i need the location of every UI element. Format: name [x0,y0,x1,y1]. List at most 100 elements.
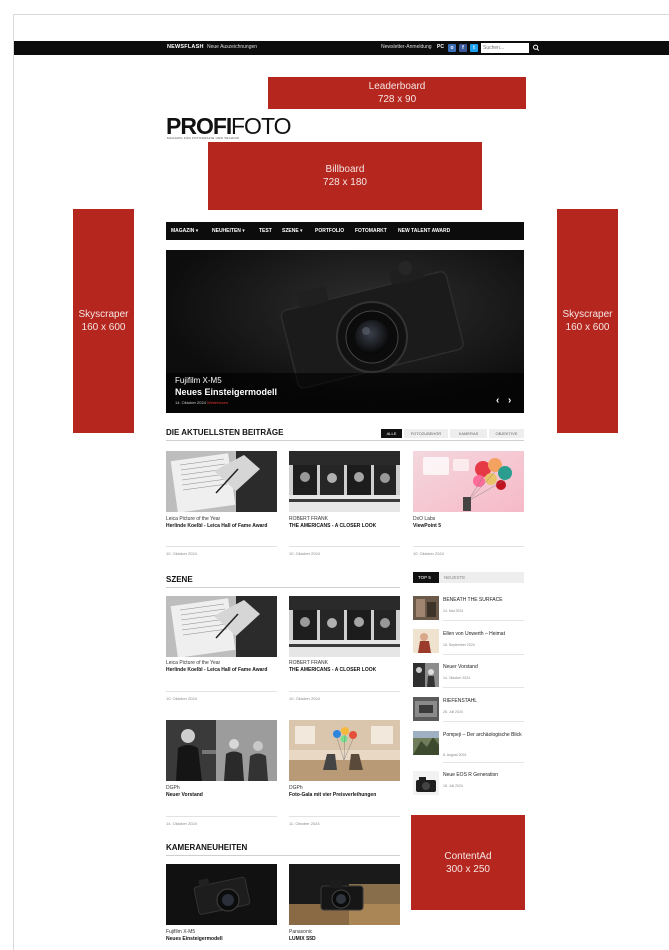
szene-card-3-title[interactable]: Neuer Vorstand [166,792,276,799]
ad-contentad-size: 300 x 250 [446,863,490,875]
szene-card-1-date: 10. Oktober 2024 [166,696,197,701]
kamera-title: KAMERANEUHEITEN [166,843,248,852]
nav-item-fotomarkt[interactable]: FOTOMARKT [355,228,387,234]
latest-card-2-title[interactable]: THE AMERICANS - A CLOSER LOOK [289,523,400,530]
ad-billboard[interactable]: Billboard 728 x 180 [208,142,482,210]
szene-card-3-date: 14. Oktober 2024 [166,821,197,826]
latest-card-3-image[interactable] [413,451,524,512]
sidebar-item-1-title[interactable]: BENEATH THE SURFACE [443,597,524,604]
sidebar-item-1-date: 24. Mai 2024 [443,609,464,613]
sidebar-item-2-divider [443,654,524,655]
ad-skyscraper-right-size: 160 x 600 [565,322,610,333]
filter-kameras[interactable]: KAMERAS [450,429,487,438]
kamera-card-2-image[interactable] [289,864,400,925]
ad-leaderboard-size: 728 x 90 [377,94,417,105]
kamera-card-1-image[interactable] [166,864,277,925]
sidebar-item-3-divider [443,687,524,688]
szene-card-4-divider [289,816,400,817]
szene-card-1-kicker: Leica Picture of the Year [166,660,221,666]
sidebar-item-4-divider [443,721,524,722]
sidebar-item-2-date: 16. September 2024 [443,643,475,647]
szene-card-4-kicker: DGPh [289,785,303,791]
szene-card-2-title[interactable]: THE AMERICANS - A CLOSER LOOK [289,667,400,674]
szene-card-4-title[interactable]: Foto-Gala mit vier Preisverleihungen [289,792,400,799]
szene-card-2-date: 10. Oktober 2024 [289,696,320,701]
ad-skyscraper-right-name: Skyscraper [562,309,613,320]
sidebar-tab-top5[interactable]: TOP 5 [413,572,439,583]
sidebar-item-6-image[interactable] [413,771,439,795]
sidebar-item-3-image[interactable] [413,663,439,687]
sidebar-item-6-title[interactable]: Neue EOS R Generation [443,772,524,779]
nav-item-new-talent-award[interactable]: NEW TALENT AWARD [398,228,450,234]
hero-slider[interactable]: Fujifilm X-M5 Neues Einsteigermodell 14.… [166,250,524,413]
newsflash-link[interactable]: Neue Auszeichnungen [207,44,257,50]
szene-card-3-image[interactable] [166,720,277,781]
szene-card-1-title[interactable]: Herlinde Koelbl - Leica Hall of Fame Awa… [166,667,276,674]
profifoto-logo[interactable]: PROFI FOTO MAGAZIN FÜR FOTOGRAFIE UND TE… [166,114,306,140]
kamera-card-2-title[interactable]: LUMIX S5D [289,936,400,943]
sidebar-item-2-image[interactable] [413,629,439,653]
ad-billboard-name: Billboard [325,164,365,175]
facebook-icon[interactable]: f [459,44,467,52]
hero-title[interactable]: Neues Einsteigermodell [175,387,277,397]
latest-card-1-divider [166,546,277,547]
szene-card-1-image[interactable] [166,596,277,657]
search-icon[interactable] [532,43,540,53]
szene-card-3-divider [166,816,277,817]
sidebar-item-4-image[interactable] [413,697,439,721]
sidebar-item-1-image[interactable] [413,596,439,620]
logo-light: FOTO [231,113,291,139]
ad-leaderboard[interactable]: Leaderboard 728 x 90 [268,77,526,109]
nav-item-magazin[interactable]: MAGAZIN ▾ [171,228,198,234]
newsflash-label: NEWSFLASH [167,44,204,50]
top-bar: NEWSFLASH Neue Auszeichnungen Newsletter… [14,41,669,55]
ad-skyscraper-left-size: 160 x 600 [81,322,126,333]
search-input[interactable] [481,43,529,53]
szene-card-3-kicker: DGPh [166,785,180,791]
hero-more-link[interactable]: Weiterlesen [207,400,228,405]
ad-contentad[interactable]: ContentAd 300 x 250 [411,815,525,910]
sidebar-item-3-title[interactable]: Neuer Vorstand [443,664,524,671]
nav-item-portfolio[interactable]: PORTFOLIO [315,228,344,234]
sidebar-item-5-title[interactable]: Pompeji – Der archäologische Blick [443,732,524,739]
ad-skyscraper-left[interactable]: Skyscraper 160 x 600 [73,209,134,433]
filter-alle[interactable]: ALLE [381,429,402,438]
hero-next-arrow[interactable]: › [508,396,511,406]
szene-divider [166,587,400,588]
szene-card-1-divider [166,691,277,692]
latest-card-1-image[interactable] [166,451,277,512]
sidebar-tab-neueste[interactable]: NEUESTE [439,572,524,583]
ad-skyscraper-right[interactable]: Skyscraper 160 x 600 [557,209,618,433]
logo-tagline: MAGAZIN FÜR FOTOGRAFIE UND TECHNIK [167,136,240,140]
filter-objektive[interactable]: OBJEKTIVE [489,429,524,438]
sidebar-item-5-divider [443,762,524,763]
sidebar-item-4-title[interactable]: RIEFENSTAHL [443,698,524,705]
latest-card-2-image[interactable] [289,451,400,512]
sidebar-item-5-image[interactable] [413,731,439,755]
pc-badge[interactable]: PC [437,44,444,50]
sidebar-item-3-date: 14. Oktober 2024 [443,676,471,680]
szene-card-2-image[interactable] [289,596,400,657]
latest-card-3-title[interactable]: ViewPoint 5 [413,523,523,530]
latest-card-1-title[interactable]: Herlinde Koelbl - Leica Hall of Fame Awa… [166,523,276,530]
latest-card-3-kicker: DxO Labs [413,516,436,522]
nav-item-neuheiten[interactable]: NEUHEITEN ▾ [212,228,245,234]
szene-card-4-image[interactable] [289,720,400,781]
sidebar-item-2-title[interactable]: Ellen von Unwerth – Heimat [443,631,524,638]
latest-divider [166,440,524,441]
main-nav: MAGAZIN ▾ NEUHEITEN ▾ TEST SZENE ▾ PORTF… [166,222,524,240]
latest-card-2-divider [289,546,400,547]
hero-date: 14. Oktober 2024 [175,400,206,405]
ad-leaderboard-name: Leaderboard [368,81,426,92]
szene-title: SZENE [166,575,193,584]
sidebar-item-5-date: 8. August 2024 [443,753,467,757]
instagram-icon[interactable]: o [448,44,456,52]
nav-item-test[interactable]: TEST [259,228,272,234]
twitter-icon[interactable]: t [470,44,478,52]
filter-fotozubehoer[interactable]: FOTOZUBEHÖR [404,429,448,438]
kamera-card-1-title[interactable]: Neues Einsteigermodell [166,936,276,943]
newsletter-link[interactable]: Newsletter-Anmeldung [381,44,432,50]
latest-card-2-kicker: ROBERT FRANK [289,516,328,522]
nav-item-szene[interactable]: SZENE ▾ [282,228,303,234]
hero-prev-arrow[interactable]: ‹ [496,396,499,406]
